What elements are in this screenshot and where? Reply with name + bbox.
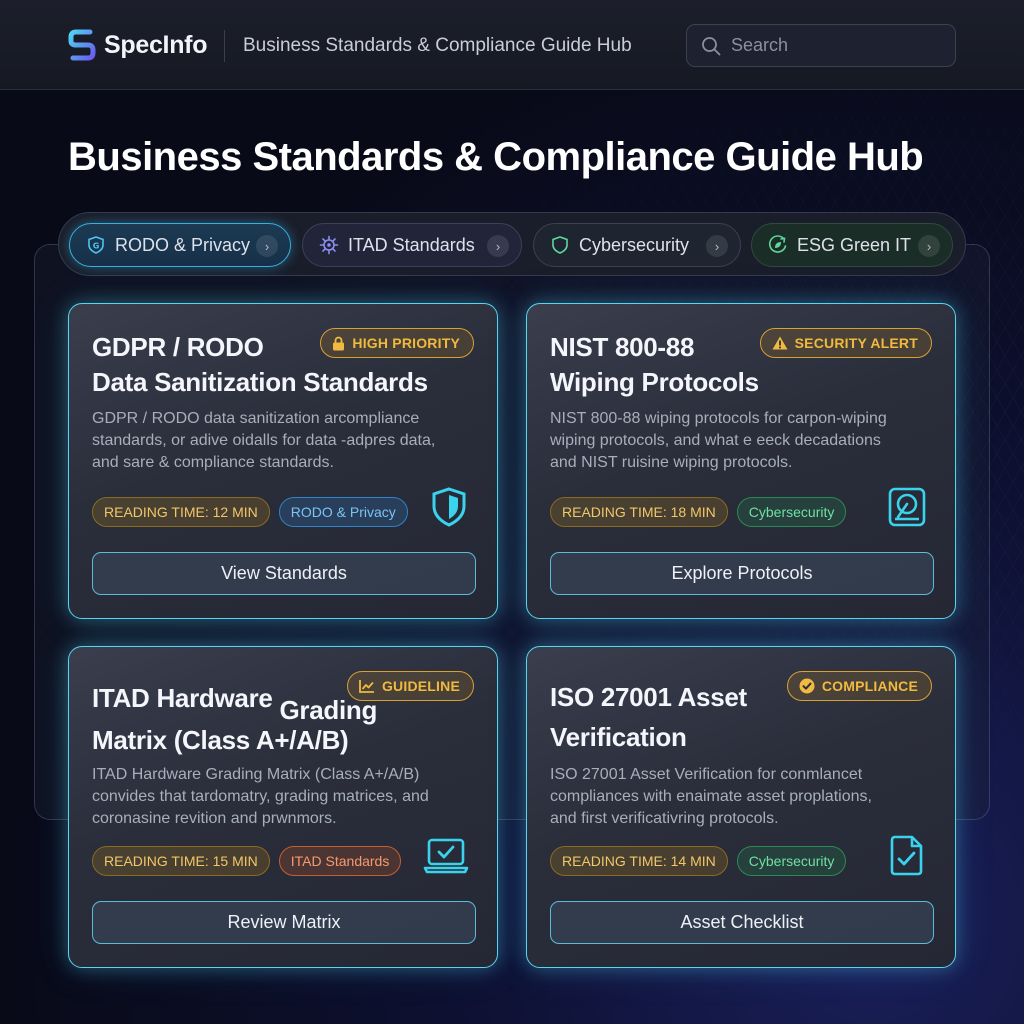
badge-label: HIGH PRIORITY [352,335,460,351]
leaf-recycle-icon [768,235,787,253]
logo-icon [68,29,96,61]
document-check-icon [890,835,923,876]
desc-line: ISO 27001 Asset Verification for conmlan… [550,766,863,783]
page-title: Business Standards & Compliance Guide Hu… [68,135,924,179]
card-title: ISO 27001 Asset Verification [550,677,780,757]
search-box[interactable] [686,24,956,67]
desc-line: wiping protocols, and what e eeck decada… [550,432,881,449]
top-header: SpecInfo Business Standards & Compliance… [0,0,1024,90]
desc-line: ITAD Hardware Grading Matrix (Class A+/A… [92,766,420,783]
asset-checklist-button[interactable]: Asset Checklist [550,901,934,944]
card-title-line: ITAD Hardware [92,683,273,713]
badge-label: GUIDELINE [381,678,460,694]
tab-cybersecurity[interactable]: Cybersecurity › [533,223,741,267]
badge-label: COMPLIANCE [821,678,918,694]
category-pill[interactable]: ITAD Standards [278,846,402,876]
guide-card-itad: ITAD Hardware Grading Matrix (Class A+/A… [68,646,498,968]
desc-line: and NIST ruisine wiping protocols. [550,454,793,471]
search-input[interactable] [731,35,931,56]
chevron-right-icon: › [706,235,728,257]
header-divider [224,30,225,62]
card-title-line: Wiping Protocols [550,367,759,397]
chevron-right-icon: › [487,235,509,257]
category-pill[interactable]: Cybersecurity [736,497,847,527]
desc-line: and first verificativring protocols. [550,810,779,827]
hard-drive-icon [888,487,926,527]
card-title-line: Data Sanitization Standards [92,367,428,397]
shield-icon [432,487,466,527]
tab-rodo-privacy[interactable]: G RODO & Privacy › [69,223,291,267]
tab-label: Cybersecurity [579,234,690,255]
laptop-check-icon [423,838,469,874]
card-description: ISO 27001 Asset Verification for conmlan… [550,764,935,830]
tab-label: RODO & Privacy [115,234,251,255]
lock-icon [333,336,345,350]
security-alert-badge: SECURITY ALERT [759,328,932,358]
card-title-line: Matrix (Class A+/A/B) [92,725,349,755]
reading-time-pill: READING TIME: 15 MIN [92,846,270,876]
desc-line: GDPR / RODO data sanitization arcomplian… [92,410,420,427]
card-title-line: Verification [550,722,687,752]
guide-card-gdpr: GDPR / RODO Data Sanitization Standards … [68,303,498,619]
warning-icon [772,336,788,350]
logo-text: SpecInfo [104,30,208,59]
category-pill[interactable]: RODO & Privacy [278,497,408,527]
card-tags: READING TIME: 14 MIN Cybersecurity [550,846,847,876]
chevron-right-icon: › [918,235,940,257]
desc-line: standards, or adive oidalls for data -ad… [92,432,436,449]
compliance-badge: COMPLIANCE [786,671,932,701]
check-circle-icon [799,678,815,694]
card-tags: READING TIME: 15 MIN ITAD Standards [92,846,402,876]
priority-badge: HIGH PRIORITY [320,328,474,358]
reading-time-pill: READING TIME: 12 MIN [92,497,270,527]
svg-text:G: G [93,242,100,251]
guide-card-nist: NIST 800-88 Wiping Protocols SECURITY AL… [526,303,956,619]
card-tags: READING TIME: 12 MIN RODO & Privacy [92,497,408,527]
view-standards-button[interactable]: View Standards [92,552,476,595]
guideline-badge: GUIDELINE [346,671,474,701]
category-tabs: G RODO & Privacy › ITAD Standards › Cybe… [58,212,966,276]
guide-card-iso: ISO 27001 Asset Verification COMPLIANCE … [526,646,956,968]
desc-line: NIST 800-88 wiping protocols for carpon-… [550,410,887,427]
badge-label: SECURITY ALERT [794,335,918,351]
card-description: NIST 800-88 wiping protocols for carpon-… [550,408,935,474]
explore-protocols-button[interactable]: Explore Protocols [550,552,934,595]
shield-g-icon: G [88,236,104,254]
card-tags: READING TIME: 18 MIN Cybersecurity [550,497,847,527]
tab-label: ESG Green IT [797,234,912,255]
desc-line: convides that tardomatry, grading matric… [92,788,429,805]
tab-label: ITAD Standards [348,234,475,255]
reading-time-pill: READING TIME: 14 MIN [550,846,728,876]
category-pill[interactable]: Cybersecurity [736,846,847,876]
tab-esg-green-it[interactable]: ESG Green IT › [751,223,953,267]
header-title: Business Standards & Compliance Guide Hu… [243,35,632,56]
desc-line: and sare & compliance standards. [92,454,334,471]
card-title-line: NIST 800-88 [550,332,695,362]
review-matrix-button[interactable]: Review Matrix [92,901,476,944]
reading-time-pill: READING TIME: 18 MIN [550,497,728,527]
card-description: GDPR / RODO data sanitization arcomplian… [92,408,477,474]
chart-line-icon [359,680,374,693]
chevron-right-icon: › [256,235,278,257]
chip-icon [319,235,339,255]
desc-line: coronasine revition and prwnmors. [92,810,337,827]
card-title-line: GDPR / RODO [92,332,264,362]
logo[interactable]: SpecInfo [68,28,207,62]
tab-itad-standards[interactable]: ITAD Standards › [302,223,522,267]
search-icon [702,36,721,55]
card-title-line: ISO 27001 Asset [550,682,747,712]
shield-icon [552,236,568,254]
desc-line: compliances with enaimate asset proplati… [550,788,872,805]
card-description: ITAD Hardware Grading Matrix (Class A+/A… [92,764,477,830]
